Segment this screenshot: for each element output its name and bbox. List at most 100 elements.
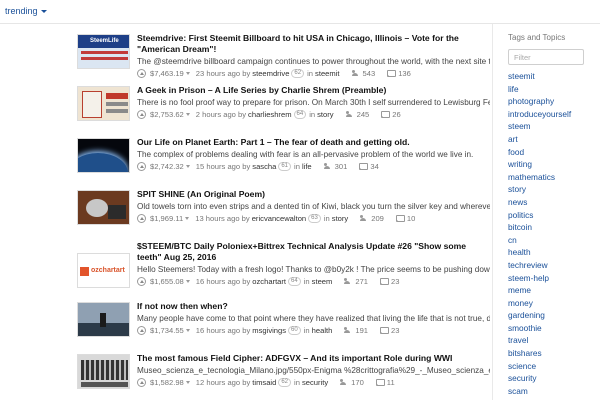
post-category[interactable]: steem [312,276,333,287]
comments-count[interactable]: 23 [380,325,399,336]
post-time[interactable]: 2 hours ago [196,109,236,120]
upvote-icon[interactable] [137,326,146,335]
chevron-down-icon[interactable] [185,217,190,220]
tag-link[interactable]: steem-help [508,272,596,285]
post-category[interactable]: steemit [315,68,339,79]
tag-link[interactable]: politics [508,209,596,222]
tag-link[interactable]: smoothie [508,322,596,335]
tag-link[interactable]: art [508,133,596,146]
post-summary[interactable]: Old towels torn into even strips and a d… [137,201,490,212]
post-category[interactable]: health [312,325,333,336]
tag-link[interactable]: science [508,360,596,373]
post-payout[interactable]: $2,742.32 [150,161,184,172]
post-thumbnail[interactable] [77,190,130,225]
post-category[interactable]: story [332,213,348,224]
post-author[interactable]: ozchartart [252,276,286,287]
post-title[interactable]: A Geek in Prison – A Life Series by Char… [137,85,490,96]
upvote-icon[interactable] [137,214,146,223]
post-payout[interactable]: $1,655.08 [150,276,184,287]
post-category[interactable]: life [302,161,312,172]
upvote-icon[interactable] [137,277,146,286]
votes-count[interactable]: 301 [323,161,347,172]
votes-count[interactable]: 170 [340,377,364,388]
tag-link[interactable]: scam [508,385,596,398]
tag-link[interactable]: photography [508,95,596,108]
post-summary[interactable]: Many people have come to that point wher… [137,313,490,324]
post-title[interactable]: The most famous Field Cipher: ADFGVX – A… [137,353,490,364]
chevron-down-icon[interactable] [185,72,190,75]
upvote-icon[interactable] [137,378,146,387]
tag-link[interactable]: bitcoin [508,221,596,234]
post-thumbnail[interactable]: ozchartart [77,253,130,288]
post-time[interactable]: 12 hours ago [196,377,240,388]
post-title[interactable]: $STEEM/BTC Daily Poloniex+Bittrex Techni… [137,241,490,263]
chevron-down-icon[interactable] [185,329,190,332]
tag-link[interactable]: techreview [508,259,596,272]
comments-count[interactable]: 26 [381,109,401,120]
comments-count[interactable]: 23 [380,276,399,287]
post-time[interactable]: 23 hours ago [196,68,240,79]
votes-count[interactable]: 245 [345,109,369,120]
post-thumbnail[interactable] [77,302,130,337]
post-category[interactable]: security [302,377,328,388]
tag-link[interactable]: life [508,83,596,96]
tag-link[interactable]: security [508,372,596,385]
votes-count[interactable]: 543 [351,68,375,79]
post-payout[interactable]: $2,753.62 [150,109,184,120]
post-title[interactable]: If not now then when? [137,301,490,312]
post-payout[interactable]: $1,582.98 [150,377,184,388]
post-summary[interactable]: Hello Steemers! Today with a fresh logo!… [137,264,490,275]
tag-link[interactable]: bitshares [508,347,596,360]
post-thumbnail[interactable] [77,138,130,173]
post-summary[interactable]: The @steemdrive billboard campaign conti… [137,56,490,67]
post-title[interactable]: Our Life on Planet Earth: Part 1 – The f… [137,137,490,148]
post-payout[interactable]: $7,463.19 [150,68,184,79]
votes-count[interactable]: 191 [344,325,368,336]
chevron-down-icon[interactable] [185,280,190,283]
tag-link[interactable]: cn [508,234,596,247]
post-author[interactable]: timsaid [252,377,276,388]
post-time[interactable]: 13 hours ago [195,213,239,224]
post-payout[interactable]: $1,734.55 [150,325,184,336]
tag-link[interactable]: news [508,196,596,209]
tag-link[interactable]: travel [508,334,596,347]
chevron-down-icon[interactable] [185,113,190,116]
tag-filter-input[interactable] [508,49,584,65]
post-author[interactable]: msgivings [252,325,286,336]
votes-count[interactable]: 209 [360,213,384,224]
post-time[interactable]: 15 hours ago [196,161,240,172]
upvote-icon[interactable] [137,110,146,119]
post-summary[interactable]: The complex of problems dealing with fea… [137,149,490,160]
post-author[interactable]: charlieshrem [248,109,291,120]
tag-link[interactable]: money [508,297,596,310]
upvote-icon[interactable] [137,69,146,78]
votes-count[interactable]: 271 [344,276,368,287]
tag-link[interactable]: mathematics [508,171,596,184]
comments-count[interactable]: 136 [387,68,411,79]
tag-link[interactable]: steemit [508,70,596,83]
upvote-icon[interactable] [137,162,146,171]
post-author[interactable]: sascha [252,161,276,172]
post-author[interactable]: ericvancewalton [252,213,306,224]
tag-link[interactable]: writing [508,158,596,171]
post-author[interactable]: steemdrive [252,68,289,79]
post-payout[interactable]: $1,969.11 [150,213,183,224]
comments-count[interactable]: 11 [375,377,395,388]
post-summary[interactable]: There is no fool proof way to prepare fo… [137,97,490,108]
post-time[interactable]: 16 hours ago [196,276,240,287]
post-thumbnail[interactable] [77,354,130,389]
chevron-down-icon[interactable] [185,381,190,384]
post-title[interactable]: SPIT SHINE (An Original Poem) [137,189,490,200]
sort-dropdown[interactable]: trending [5,6,47,16]
chevron-down-icon[interactable] [185,165,190,168]
tag-link[interactable]: steem [508,120,596,133]
post-time[interactable]: 16 hours ago [196,325,240,336]
post-thumbnail[interactable] [77,86,130,121]
tag-link[interactable]: introduceyourself [508,108,596,121]
tag-link[interactable]: story [508,183,596,196]
post-category[interactable]: story [317,109,333,120]
tag-link[interactable]: health [508,246,596,259]
post-title[interactable]: Steemdrive: First Steemit Billboard to h… [137,33,490,55]
tag-link[interactable]: meme [508,284,596,297]
tag-link[interactable]: gardening [508,309,596,322]
